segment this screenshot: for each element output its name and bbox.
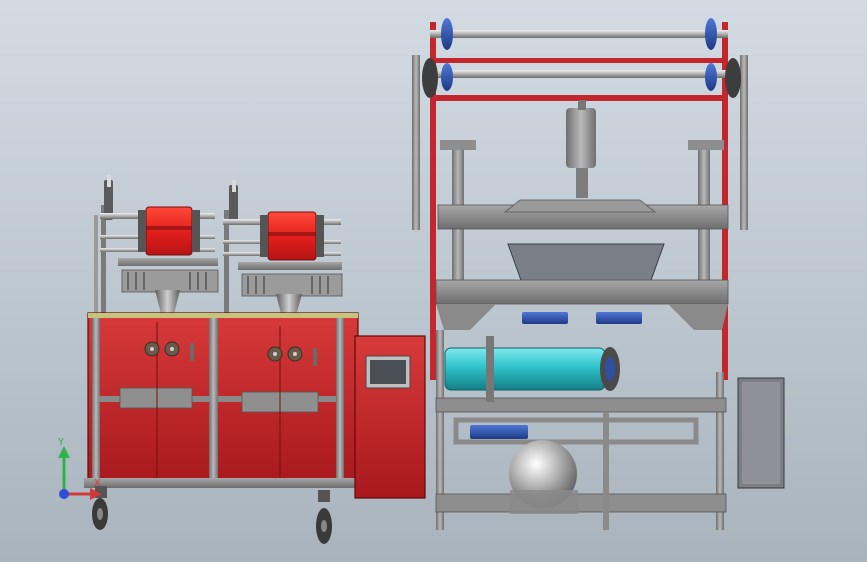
axis-triad: Y X xyxy=(57,437,102,500)
winding-frame xyxy=(412,18,785,530)
twisting-unit xyxy=(84,175,426,544)
z-axis-dot xyxy=(59,489,69,499)
x-axis-label: X xyxy=(94,478,101,489)
y-axis-label: Y xyxy=(57,437,65,448)
machine-assembly-view xyxy=(84,18,785,544)
cad-viewport[interactable]: Y X xyxy=(0,0,867,562)
x-axis-arrowhead xyxy=(90,488,102,500)
